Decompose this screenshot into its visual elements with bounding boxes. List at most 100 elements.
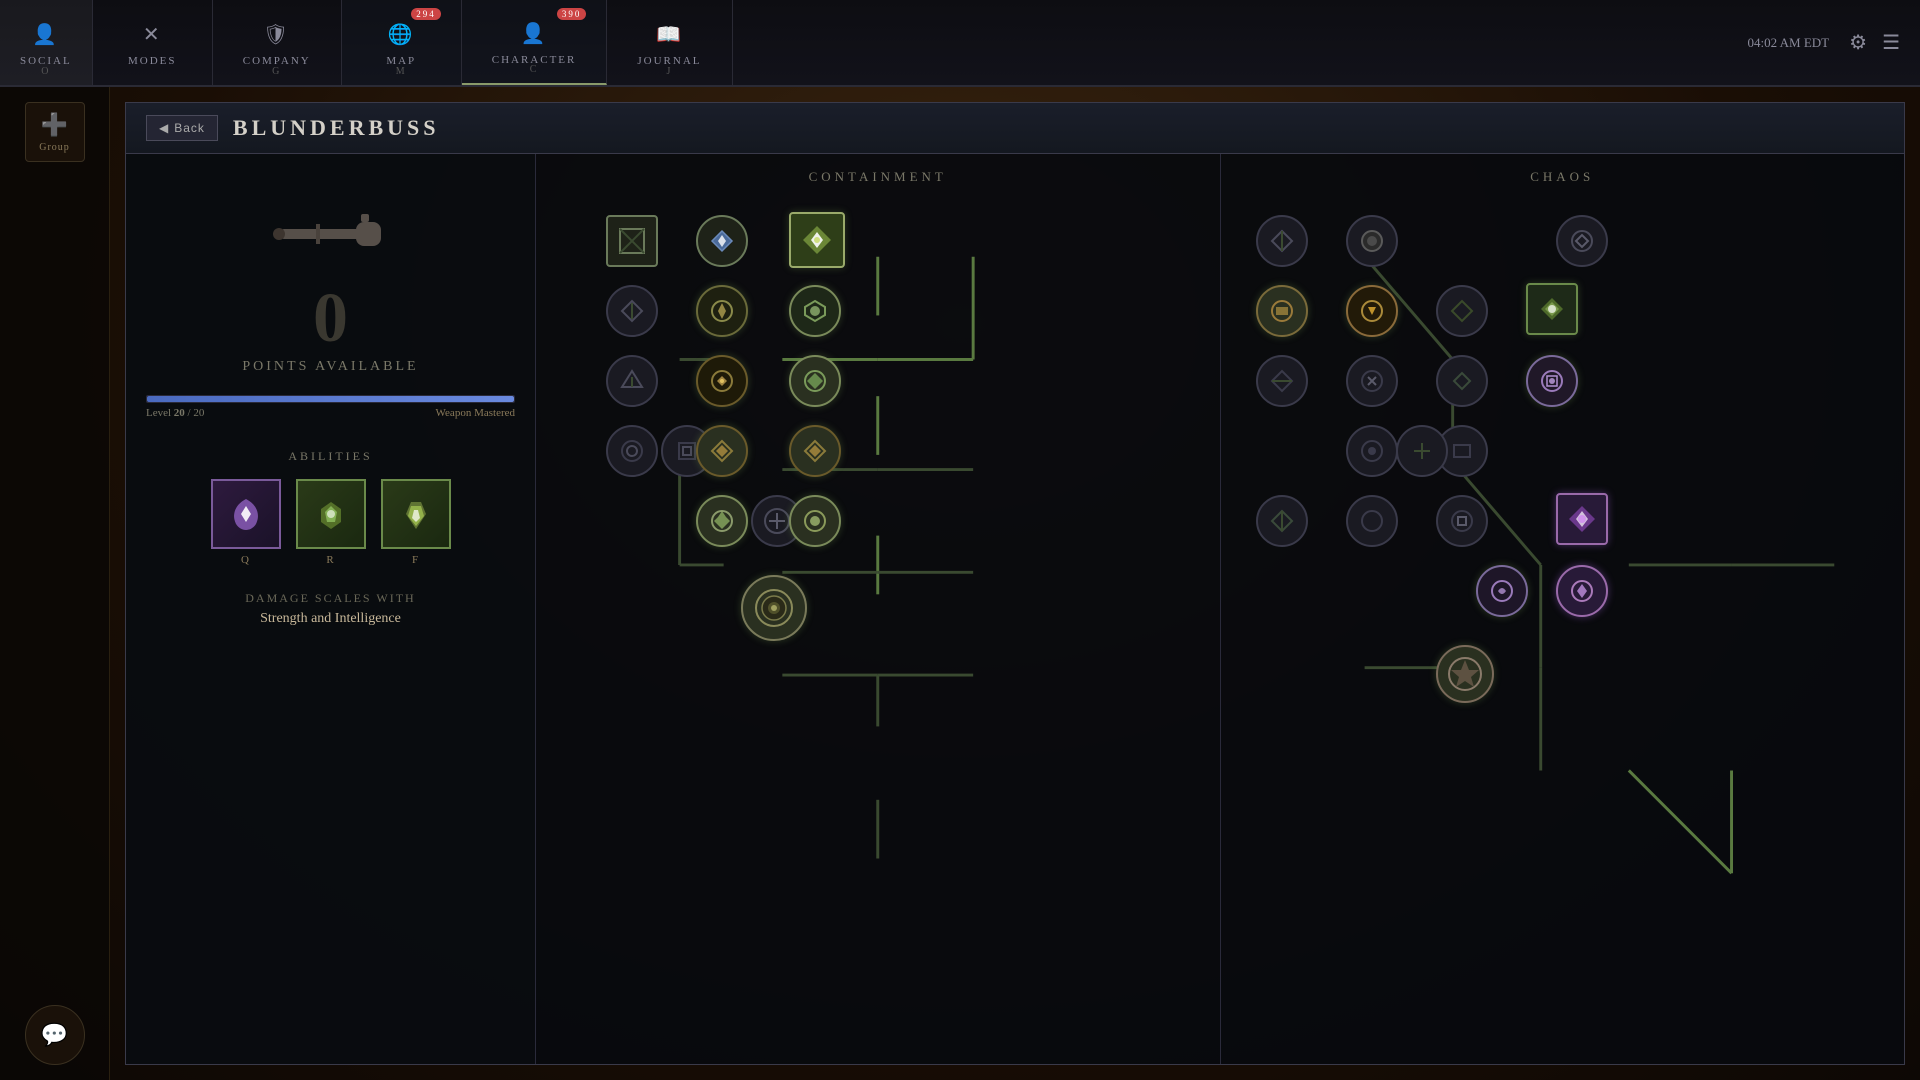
ability-key-q: Q	[241, 554, 250, 566]
skill-chaos-11[interactable]	[1526, 355, 1578, 407]
skill-chaos-10[interactable]	[1436, 355, 1488, 407]
skill-containment-7[interactable]	[606, 355, 658, 407]
nav-social[interactable]: 👤 SOCIAL O	[0, 0, 93, 85]
journal-shortcut: J	[666, 66, 672, 77]
char-info-panel: 0 POINTS AVAILABLE Level 20 / 20 Weapon …	[126, 154, 536, 1064]
group-icon: ➕	[41, 112, 68, 138]
skill-containment-8[interactable]	[696, 355, 748, 407]
skill-containment-final[interactable]	[741, 575, 807, 641]
skill-containment-16[interactable]	[789, 495, 841, 547]
back-button[interactable]: ◀ Back	[146, 115, 218, 141]
nav-character[interactable]: 390 👤 CHARACTER C	[462, 0, 608, 85]
ability-key-f: F	[412, 554, 419, 566]
skill-chaos-7[interactable]	[1526, 283, 1578, 335]
level-bar-background	[146, 395, 515, 403]
skill-chaos-3[interactable]	[1556, 215, 1608, 267]
damage-scales-label: DAMAGE SCALES WITH	[146, 591, 515, 606]
skill-chaos-5[interactable]	[1346, 285, 1398, 337]
skill-chaos-15[interactable]	[1256, 495, 1308, 547]
panel-title: BLUNDERBUSS	[233, 115, 440, 141]
chat-icon: 💬	[41, 1022, 68, 1048]
nav-company[interactable]: 🛡 COMPANY G	[213, 0, 342, 85]
ability-icon-f[interactable]	[381, 479, 451, 549]
nav-modes[interactable]: ✕ MODES	[93, 0, 213, 85]
back-arrow-icon: ◀	[159, 121, 169, 135]
damage-section: DAMAGE SCALES WITH Strength and Intellig…	[146, 591, 515, 627]
skill-containment-1[interactable]	[606, 215, 658, 267]
skill-chaos-2[interactable]	[1346, 215, 1398, 267]
social-label: SOCIAL	[20, 55, 72, 67]
nav-right-icons: ⚙ ☰	[1849, 30, 1900, 55]
skill-chaos-19[interactable]	[1476, 565, 1528, 617]
skill-chaos-16[interactable]	[1346, 495, 1398, 547]
ability-slot-r: R	[296, 479, 366, 566]
skill-containment-10[interactable]	[606, 425, 658, 477]
ability-slot-q: Q	[211, 479, 281, 566]
social-shortcut: O	[41, 66, 50, 77]
skill-containment-4[interactable]	[606, 285, 658, 337]
skill-containment-6[interactable]	[789, 285, 841, 337]
ability-key-r: R	[326, 554, 334, 566]
company-icon: 🛡	[261, 19, 293, 51]
clock: 04:02 AM EDT	[1748, 35, 1830, 51]
left-sidebar: ➕ Group 💬	[0, 87, 110, 1080]
top-navigation: 👤 SOCIAL O ✕ MODES 🛡 COMPANY G 294 🌐 MAP…	[0, 0, 1920, 87]
abilities-section: ABILITIES Q	[146, 449, 515, 566]
modes-icon: ✕	[136, 19, 168, 51]
social-icon: 👤	[30, 19, 62, 51]
containment-tree: CONTAINMENT	[536, 154, 1221, 1064]
skill-chaos-final[interactable]	[1436, 645, 1494, 703]
main-content: ◀ Back BLUNDERBUSS	[110, 87, 1920, 1080]
skill-containment-13[interactable]	[789, 425, 841, 477]
level-info: Level 20 / 20 Weapon Mastered	[146, 407, 515, 419]
skill-chaos-9[interactable]	[1346, 355, 1398, 407]
journal-icon: 📖	[653, 19, 685, 51]
damage-value: Strength and Intelligence	[146, 611, 515, 627]
nav-map[interactable]: 294 🌐 MAP M	[342, 0, 462, 85]
ability-icon-r[interactable]	[296, 479, 366, 549]
character-icon: 👤	[518, 18, 550, 50]
map-badge: 294	[411, 8, 441, 20]
map-shortcut: M	[396, 66, 407, 77]
skill-containment-5[interactable]	[696, 285, 748, 337]
skill-containment-14[interactable]	[696, 495, 748, 547]
map-icon: 🌐	[385, 19, 417, 51]
nav-right: 04:02 AM EDT ⚙ ☰	[1728, 0, 1920, 85]
skill-panel: ◀ Back BLUNDERBUSS	[125, 102, 1905, 1065]
skill-containment-2[interactable]	[696, 215, 748, 267]
skill-chaos-6[interactable]	[1436, 285, 1488, 337]
level-text: Level 20 / 20	[146, 407, 204, 419]
character-shortcut: C	[530, 64, 539, 75]
level-bar-fill	[147, 396, 514, 402]
skill-chaos-12[interactable]	[1346, 425, 1398, 477]
skill-containment-12[interactable]	[696, 425, 748, 477]
group-button[interactable]: ➕ Group	[25, 102, 85, 162]
skill-containment-3[interactable]	[789, 212, 845, 268]
containment-title: CONTAINMENT	[551, 169, 1205, 185]
skill-chaos-8[interactable]	[1256, 355, 1308, 407]
character-badge: 390	[557, 8, 587, 20]
ability-slot-f: F	[381, 479, 451, 566]
group-label: Group	[39, 142, 70, 153]
nav-journal[interactable]: 📖 JOURNAL J	[607, 0, 732, 85]
menu-icon[interactable]: ☰	[1882, 30, 1900, 55]
mastered-label: Weapon Mastered	[436, 407, 515, 419]
skill-containment-9[interactable]	[789, 355, 841, 407]
skill-chaos-4[interactable]	[1256, 285, 1308, 337]
map-label: MAP	[386, 55, 416, 67]
level-bar-container: Level 20 / 20 Weapon Mastered	[146, 395, 515, 419]
skill-chaos-20[interactable]	[1556, 565, 1608, 617]
panel-header: ◀ Back BLUNDERBUSS	[126, 103, 1904, 154]
company-shortcut: G	[272, 66, 281, 77]
skill-chaos-1[interactable]	[1256, 215, 1308, 267]
settings-icon[interactable]: ⚙	[1849, 30, 1867, 55]
chaos-tree: CHAOS	[1221, 154, 1905, 1064]
ability-icon-q[interactable]	[211, 479, 281, 549]
chat-button[interactable]: 💬	[25, 1005, 85, 1065]
skill-chaos-18[interactable]	[1556, 493, 1608, 545]
skill-chaos-17[interactable]	[1436, 495, 1488, 547]
abilities-row: Q R	[146, 479, 515, 566]
skill-chaos-14[interactable]	[1396, 425, 1448, 477]
modes-label: MODES	[128, 55, 177, 67]
chaos-title: CHAOS	[1236, 169, 1890, 185]
